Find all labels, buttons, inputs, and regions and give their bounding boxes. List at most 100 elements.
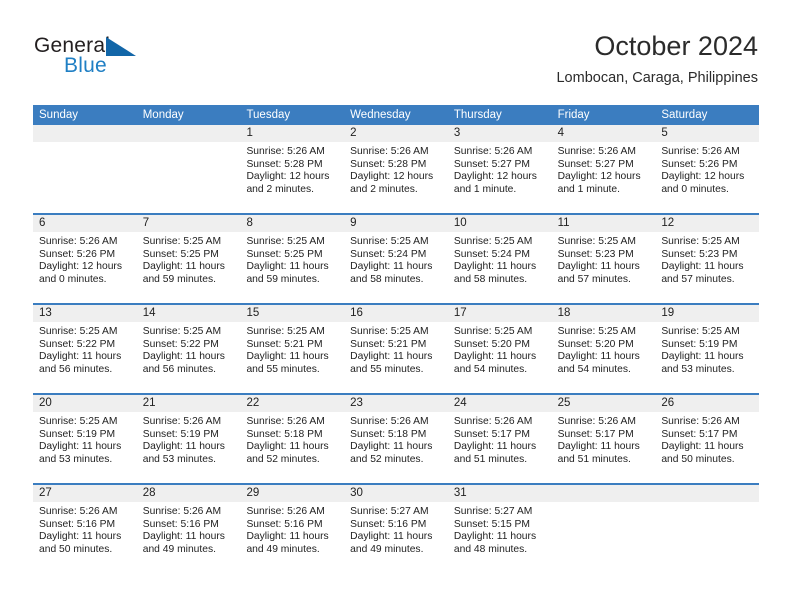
day-cell[interactable]: 12 Sunrise: 5:25 AM Sunset: 5:23 PM Dayligh… [655, 215, 760, 303]
sunset-text: Sunset: 5:17 PM [453, 428, 531, 440]
calendar-week-row: 1 Sunrise: 5:26 AM Sunset: 5:28 PM Daylight… [33, 125, 760, 213]
day-cell[interactable]: 28 Sunrise: 5:26 AM Sunset: 5:16 PM Dayligh… [136, 485, 241, 573]
daylight-text-line1: Daylight: 11 hours [39, 351, 122, 363]
general-blue-logo[interactable]: General Blue [34, 34, 214, 90]
day-cell[interactable]: 13 Sunrise: 5:25 AM Sunset: 5:22 PM Dayligh… [33, 305, 137, 393]
sunrise-text: Sunrise: 5:25 AM [39, 416, 118, 427]
daylight-text-line2: and 59 minutes. [246, 273, 320, 285]
day-cell[interactable]: 17 Sunrise: 5:25 AM Sunset: 5:20 PM Dayligh… [447, 305, 552, 393]
day-cell-empty [655, 485, 760, 573]
sunset-text: Sunset: 5:20 PM [557, 338, 634, 350]
daylight-text-line2: and 54 minutes. [453, 363, 528, 375]
daylight-text-line1: Daylight: 11 hours [39, 531, 122, 543]
day-cell[interactable]: 21 Sunrise: 5:26 AM Sunset: 5:19 PM Dayligh… [136, 395, 241, 483]
sunrise-text: Sunrise: 5:25 AM [557, 326, 637, 337]
sunset-text: Sunset: 5:24 PM [453, 248, 531, 260]
day-number: 3 [447, 125, 552, 142]
day-cell[interactable]: 26 Sunrise: 5:26 AM Sunset: 5:17 PM Dayligh… [655, 395, 760, 483]
day-cell[interactable]: 11 Sunrise: 5:25 AM Sunset: 5:23 PM Dayligh… [551, 215, 656, 303]
daylight-text-line1: Daylight: 11 hours [39, 441, 122, 453]
day-cell[interactable]: 9 Sunrise: 5:25 AM Sunset: 5:24 PM Daylight… [344, 215, 448, 303]
day-cell[interactable]: 29 Sunrise: 5:26 AM Sunset: 5:16 PM Dayligh… [240, 485, 345, 573]
day-number: 8 [240, 215, 345, 232]
day-cell[interactable]: 30 Sunrise: 5:27 AM Sunset: 5:16 PM Dayligh… [344, 485, 448, 573]
day-cell[interactable]: 16 Sunrise: 5:25 AM Sunset: 5:21 PM Dayligh… [344, 305, 448, 393]
day-cell[interactable]: 18 Sunrise: 5:25 AM Sunset: 5:20 PM Dayligh… [551, 305, 656, 393]
location-subtitle: Lombocan, Caraga, Philippines [556, 70, 758, 86]
sunset-text: Sunset: 5:18 PM [246, 428, 323, 440]
day-cell[interactable]: 3 Sunrise: 5:26 AM Sunset: 5:27 PM Daylight… [447, 125, 552, 213]
daylight-text-line1: Daylight: 12 hours [661, 171, 745, 183]
sunset-text: Sunset: 5:16 PM [246, 518, 323, 530]
daylight-text-line1: Daylight: 12 hours [350, 171, 434, 183]
day-cell[interactable]: 6 Sunrise: 5:26 AM Sunset: 5:26 PM Daylight… [33, 215, 137, 303]
sunrise-text: Sunrise: 5:26 AM [142, 506, 222, 517]
day-cell[interactable]: 19 Sunrise: 5:25 AM Sunset: 5:19 PM Dayligh… [655, 305, 760, 393]
day-cell[interactable]: 4 Sunrise: 5:26 AM Sunset: 5:27 PM Daylight… [551, 125, 656, 213]
day-cell[interactable]: 10 Sunrise: 5:25 AM Sunset: 5:24 PM Dayligh… [447, 215, 552, 303]
day-cell[interactable]: 1 Sunrise: 5:26 AM Sunset: 5:28 PM Daylight… [240, 125, 345, 213]
daylight-text-line2: and 49 minutes. [246, 543, 320, 555]
daylight-text-line2: and 59 minutes. [142, 273, 216, 285]
title-block: October 2024 Lombocan, Caraga, Philippin… [556, 30, 758, 88]
day-sun-info: Sunrise: 5:27 AM Sunset: 5:15 PM Daylight:… [448, 502, 552, 556]
daylight-text-line1: Daylight: 12 hours [453, 171, 537, 183]
day-number: 20 [33, 395, 137, 412]
daylight-text-line2: and 52 minutes. [246, 453, 320, 465]
day-cell[interactable]: 23 Sunrise: 5:26 AM Sunset: 5:18 PM Dayligh… [344, 395, 448, 483]
day-cell[interactable]: 24 Sunrise: 5:26 AM Sunset: 5:17 PM Dayligh… [447, 395, 552, 483]
sunset-text: Sunset: 5:19 PM [39, 428, 116, 440]
daylight-text-line1: Daylight: 11 hours [661, 351, 744, 363]
day-cell[interactable]: 15 Sunrise: 5:25 AM Sunset: 5:21 PM Dayligh… [240, 305, 345, 393]
day-number: 10 [447, 215, 552, 232]
day-sun-info: Sunrise: 5:26 AM Sunset: 5:19 PM Daylight:… [137, 412, 241, 466]
day-sun-info: Sunrise: 5:27 AM Sunset: 5:16 PM Daylight:… [344, 502, 448, 556]
day-sun-info: Sunrise: 5:26 AM Sunset: 5:28 PM Daylight:… [344, 142, 448, 196]
day-cell[interactable]: 27 Sunrise: 5:26 AM Sunset: 5:16 PM Dayligh… [33, 485, 137, 573]
day-cell[interactable]: 25 Sunrise: 5:26 AM Sunset: 5:17 PM Dayligh… [551, 395, 656, 483]
day-cell[interactable]: 14 Sunrise: 5:25 AM Sunset: 5:22 PM Dayligh… [136, 305, 241, 393]
day-cell[interactable]: 8 Sunrise: 5:25 AM Sunset: 5:25 PM Daylight… [240, 215, 345, 303]
day-cell[interactable]: 7 Sunrise: 5:25 AM Sunset: 5:25 PM Daylight… [136, 215, 241, 303]
day-number: 23 [344, 395, 448, 412]
sunrise-text: Sunrise: 5:26 AM [350, 146, 429, 157]
daylight-text-line1: Daylight: 11 hours [453, 261, 537, 273]
daylight-text-line1: Daylight: 11 hours [142, 351, 225, 363]
daylight-text-line1: Daylight: 11 hours [661, 441, 744, 453]
sunrise-text: Sunrise: 5:26 AM [246, 146, 325, 157]
sunset-text: Sunset: 5:28 PM [246, 158, 323, 170]
day-sun-info: Sunrise: 5:25 AM Sunset: 5:23 PM Daylight:… [552, 232, 656, 286]
sunrise-text: Sunrise: 5:25 AM [661, 326, 740, 337]
daylight-text-line1: Daylight: 11 hours [453, 441, 537, 453]
day-number: 13 [33, 305, 137, 322]
sunset-text: Sunset: 5:23 PM [661, 248, 738, 260]
day-number: 5 [655, 125, 760, 142]
day-sun-info: Sunrise: 5:26 AM Sunset: 5:27 PM Daylight:… [448, 142, 552, 196]
sunrise-text: Sunrise: 5:25 AM [39, 326, 118, 337]
daylight-text-line2: and 0 minutes. [661, 183, 729, 195]
sunset-text: Sunset: 5:19 PM [661, 338, 738, 350]
sunset-text: Sunset: 5:17 PM [557, 428, 634, 440]
day-cell[interactable]: 2 Sunrise: 5:26 AM Sunset: 5:28 PM Daylight… [344, 125, 448, 213]
weekday-header-monday: Monday [142, 109, 184, 121]
day-cell[interactable]: 22 Sunrise: 5:26 AM Sunset: 5:18 PM Dayligh… [240, 395, 345, 483]
day-sun-info: Sunrise: 5:25 AM Sunset: 5:19 PM Daylight:… [655, 322, 759, 376]
sunrise-text: Sunrise: 5:26 AM [39, 506, 118, 517]
daylight-text-line1: Daylight: 11 hours [246, 351, 329, 363]
day-sun-info: Sunrise: 5:25 AM Sunset: 5:19 PM Daylight:… [33, 412, 137, 466]
daylight-text-line2: and 48 minutes. [453, 543, 528, 555]
day-cell[interactable]: 5 Sunrise: 5:26 AM Sunset: 5:26 PM Daylight… [655, 125, 760, 213]
day-cell[interactable]: 31 Sunrise: 5:27 AM Sunset: 5:15 PM Dayligh… [447, 485, 552, 573]
day-sun-info: Sunrise: 5:26 AM Sunset: 5:17 PM Daylight:… [552, 412, 656, 466]
day-number: 22 [240, 395, 345, 412]
day-number: 14 [136, 305, 241, 322]
daylight-text-line2: and 58 minutes. [453, 273, 528, 285]
day-cell[interactable]: 20 Sunrise: 5:25 AM Sunset: 5:19 PM Dayligh… [33, 395, 137, 483]
sunrise-text: Sunrise: 5:25 AM [246, 326, 325, 337]
calendar-page: General Blue October 2024 Lombocan, Cara… [0, 0, 792, 612]
sunrise-text: Sunrise: 5:26 AM [246, 506, 325, 517]
daylight-text-line1: Daylight: 11 hours [350, 441, 433, 453]
day-number: 25 [551, 395, 656, 412]
daylight-text-line2: and 2 minutes. [350, 183, 418, 195]
sunset-text: Sunset: 5:24 PM [350, 248, 427, 260]
